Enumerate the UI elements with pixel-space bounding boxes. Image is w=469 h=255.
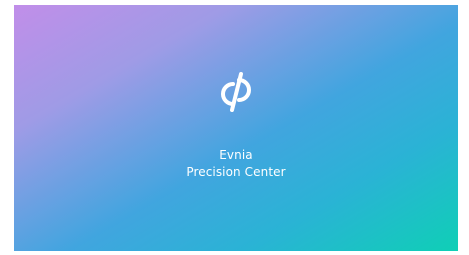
app-title-line2: Precision Center	[186, 165, 286, 179]
splash-screen: Evnia Precision Center	[14, 5, 458, 251]
evnia-logo-icon	[221, 72, 251, 112]
app-title-line1: Evnia	[219, 148, 253, 162]
